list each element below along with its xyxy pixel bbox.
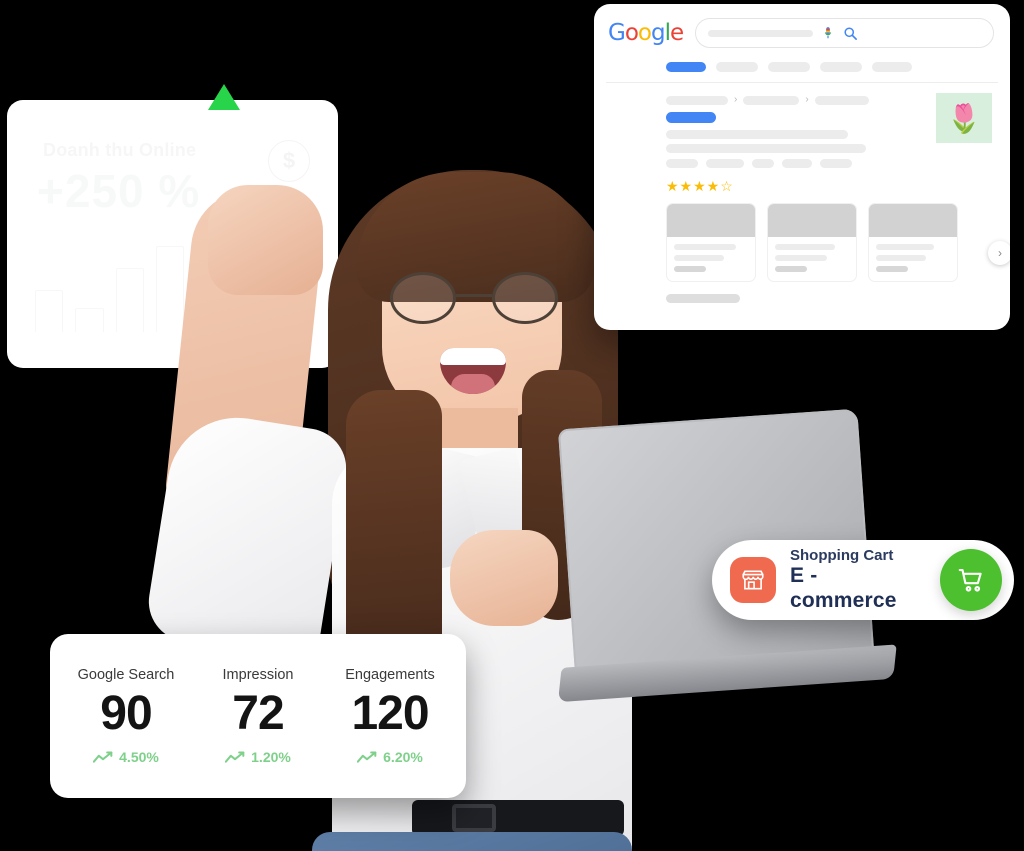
product-price-tag xyxy=(674,266,706,272)
product-meta xyxy=(667,237,755,281)
footer-line xyxy=(666,294,740,303)
star-rating: ★★★★☆ xyxy=(666,178,998,195)
metric-column-2: Engagements 120 6.20% xyxy=(324,667,456,765)
metrics-card: Google Search 90 4.50% Impression 72 1.20% Eng… xyxy=(50,634,466,798)
product-image xyxy=(667,204,755,237)
breadcrumb-item[interactable] xyxy=(666,95,728,105)
shopping-cart-badge[interactable]: Shopping Cart E - commerce xyxy=(712,540,1014,620)
product-image xyxy=(869,204,957,237)
result-tag-chips xyxy=(666,159,998,168)
hero-composition: Doanh thu Online +250 % $ xyxy=(0,0,1024,851)
product-price-tag xyxy=(876,266,908,272)
serp-nav-pill-0[interactable] xyxy=(666,62,706,72)
search-input[interactable] xyxy=(695,18,994,48)
product-meta xyxy=(768,237,856,281)
glasses-icon xyxy=(386,272,562,324)
jeans xyxy=(312,832,632,851)
serp-nav-pill-3[interactable] xyxy=(820,62,862,72)
rating-stars: ★★★★ xyxy=(666,178,721,194)
analytics-bar xyxy=(116,268,144,332)
product-carousel[interactable]: › xyxy=(666,203,1010,282)
metric-label: Engagements xyxy=(345,666,435,683)
result-tag[interactable] xyxy=(820,159,852,168)
metric-value: 72 xyxy=(232,686,284,740)
product-text-line xyxy=(674,255,724,261)
serp-header: Google xyxy=(594,4,1010,58)
chevron-right-icon[interactable]: › xyxy=(988,241,1010,265)
metric-delta: 1.20% xyxy=(192,749,324,765)
result-tag[interactable] xyxy=(666,159,698,168)
up-triangle-icon xyxy=(208,84,240,110)
shopping-cart-icon[interactable] xyxy=(940,549,1002,611)
metric-value: 120 xyxy=(351,686,429,740)
product-card[interactable] xyxy=(868,203,958,282)
analytics-bar xyxy=(35,290,63,332)
metric-label: Impression xyxy=(222,666,294,683)
result-title-link[interactable] xyxy=(666,112,716,123)
product-text-line xyxy=(674,244,736,250)
cart-badge-title: Shopping Cart xyxy=(790,547,894,565)
trend-up-icon xyxy=(225,751,245,763)
product-card[interactable] xyxy=(666,203,756,282)
product-text-line xyxy=(775,255,827,261)
rating-half-star: ☆ xyxy=(720,178,734,194)
trend-up-icon xyxy=(93,751,113,763)
serp-nav-pill-2[interactable] xyxy=(768,62,810,72)
microphone-icon[interactable] xyxy=(821,25,835,41)
metric-delta-value: 6.20% xyxy=(383,749,423,766)
result-snippet-line xyxy=(666,130,848,139)
result-tag[interactable] xyxy=(782,159,812,168)
chevron-right-icon: › xyxy=(734,94,738,105)
chevron-right-icon: › xyxy=(805,94,809,105)
metric-delta-value: 4.50% xyxy=(119,749,159,766)
google-search-card: Google ›› � xyxy=(594,4,1010,330)
raised-fist xyxy=(208,185,323,295)
breadcrumb-item[interactable] xyxy=(743,95,800,105)
metric-delta: 6.20% xyxy=(324,749,456,765)
metric-label: Google Search xyxy=(77,666,175,683)
belt xyxy=(412,800,624,836)
serp-nav-pill-1[interactable] xyxy=(716,62,758,72)
product-text-line xyxy=(876,244,934,250)
product-meta xyxy=(869,237,957,281)
trend-up-icon xyxy=(357,751,377,763)
product-price-tag xyxy=(775,266,807,272)
metric-delta: 4.50% xyxy=(60,749,192,765)
google-logo: Google xyxy=(608,19,684,46)
search-icon[interactable] xyxy=(843,26,858,41)
result-snippet-line xyxy=(666,144,866,153)
storefront-icon xyxy=(730,557,776,603)
metric-column-1: Impression 72 1.20% xyxy=(192,667,324,765)
result-tag[interactable] xyxy=(752,159,774,168)
product-text-line xyxy=(876,255,926,261)
serp-nav-tabs[interactable] xyxy=(594,58,1010,82)
metric-value: 90 xyxy=(100,686,152,740)
metric-delta-value: 1.20% xyxy=(251,749,291,766)
breadcrumb-item[interactable] xyxy=(814,95,869,105)
cart-badge-subtitle: E - commerce xyxy=(790,564,897,612)
product-card[interactable] xyxy=(767,203,857,282)
search-query-placeholder xyxy=(708,29,814,37)
serp-nav-pill-4[interactable] xyxy=(872,62,912,72)
result-tag[interactable] xyxy=(706,159,744,168)
metric-column-0: Google Search 90 4.50% xyxy=(60,667,192,765)
analytics-bar xyxy=(75,308,103,332)
analytics-title: Doanh thu Online xyxy=(43,140,196,161)
product-text-line xyxy=(775,244,835,250)
serp-results: › › 🌷 ★★★★☆ › xyxy=(594,83,1010,303)
tulip-icon: 🌷 xyxy=(936,93,992,143)
hand-holding-laptop xyxy=(450,530,558,626)
product-image xyxy=(768,204,856,237)
cart-badge-text: Shopping Cart E - commerce xyxy=(790,547,926,613)
